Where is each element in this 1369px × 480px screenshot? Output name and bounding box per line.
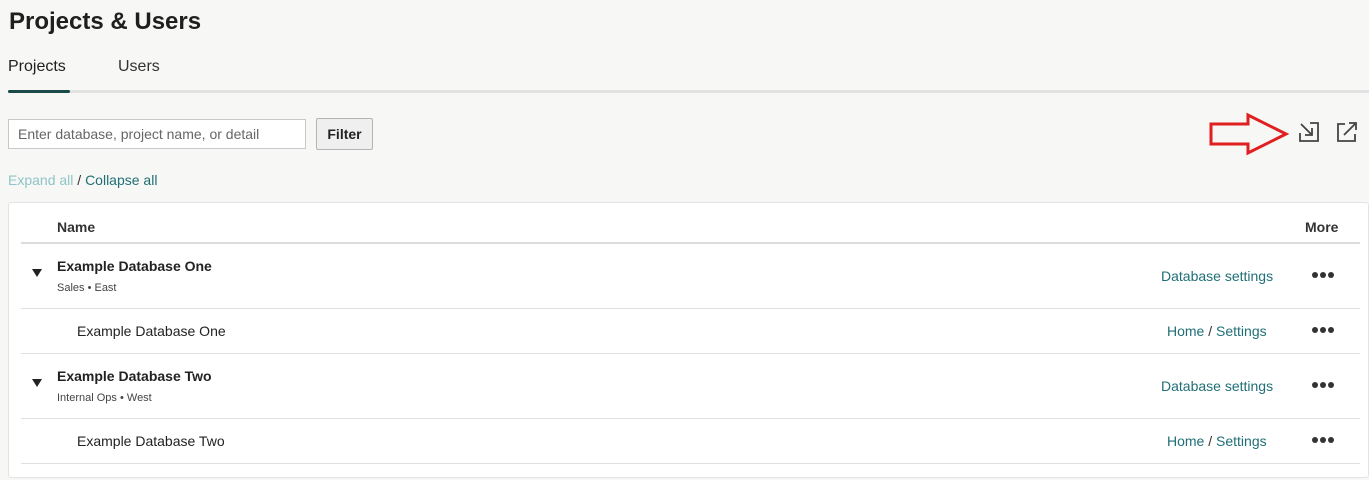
project-links: Home / Settings [1167, 433, 1267, 449]
database-name: Example Database Two [57, 368, 212, 384]
collapse-caret-icon[interactable] [32, 269, 42, 277]
projects-table: Name More Example Database One Sales • E… [8, 202, 1369, 478]
column-header-name: Name [57, 219, 96, 235]
project-links-separator: / [1208, 433, 1213, 449]
collapse-all-link[interactable]: Collapse all [85, 172, 157, 188]
import-arrow-icon[interactable] [1297, 120, 1321, 144]
tab-projects[interactable]: Projects [8, 58, 66, 76]
active-tab-indicator [8, 90, 70, 93]
search-input[interactable] [8, 119, 306, 149]
more-options-icon[interactable] [1312, 327, 1336, 335]
project-name: Example Database One [77, 323, 226, 339]
external-link-icon[interactable] [1335, 120, 1359, 144]
more-options-icon[interactable] [1312, 382, 1336, 390]
page-title: Projects & Users [9, 8, 202, 35]
database-meta: Sales • East [57, 282, 117, 294]
more-options-icon[interactable] [1312, 437, 1336, 445]
tab-users[interactable]: Users [118, 58, 160, 76]
annotation-arrow-icon [1209, 112, 1290, 156]
row-divider [21, 463, 1360, 464]
expand-collapse-separator: / [77, 172, 82, 188]
project-home-link[interactable]: Home [1167, 323, 1204, 339]
expand-collapse-controls: Expand all / Collapse all [8, 172, 157, 188]
column-header-more: More [1305, 219, 1339, 235]
database-name: Example Database One [57, 258, 212, 274]
project-settings-link[interactable]: Settings [1216, 323, 1267, 339]
database-meta: Internal Ops • West [57, 392, 152, 404]
expand-all-link[interactable]: Expand all [8, 172, 73, 188]
project-links-separator: / [1208, 323, 1213, 339]
row-divider [21, 308, 1360, 309]
row-divider [21, 353, 1360, 354]
database-settings-link[interactable]: Database settings [1161, 268, 1273, 284]
project-home-link[interactable]: Home [1167, 433, 1204, 449]
project-settings-link[interactable]: Settings [1216, 433, 1267, 449]
filter-button[interactable]: Filter [316, 118, 373, 150]
database-settings-link[interactable]: Database settings [1161, 378, 1273, 394]
tab-bar: Projects Users [8, 58, 1369, 94]
collapse-caret-icon[interactable] [32, 379, 42, 387]
header-divider [21, 242, 1360, 244]
project-name: Example Database Two [77, 433, 225, 449]
row-divider [21, 418, 1360, 419]
more-options-icon[interactable] [1312, 272, 1336, 280]
project-links: Home / Settings [1167, 323, 1267, 339]
